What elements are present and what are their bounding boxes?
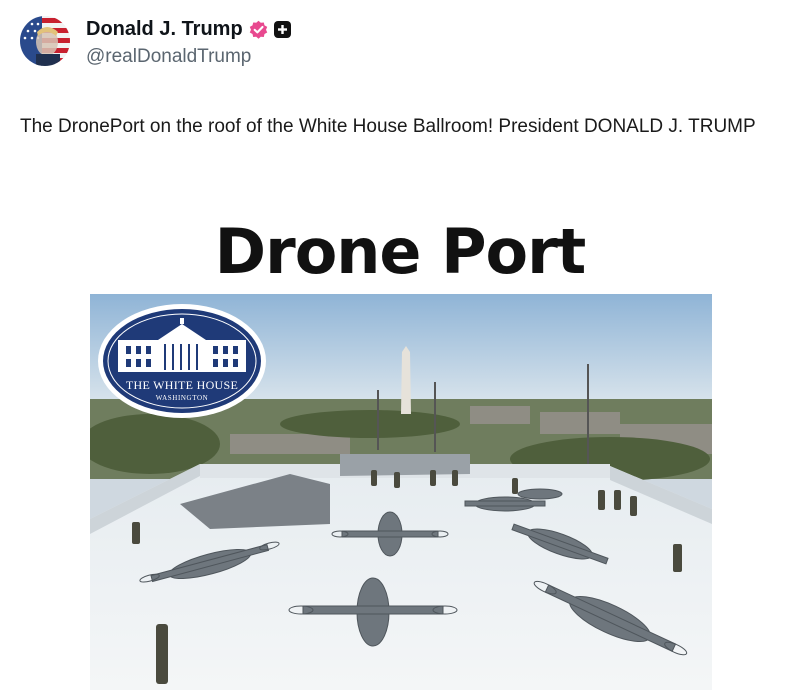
plus-badge-icon [273,20,291,38]
flag-portrait-avatar-icon [20,16,70,66]
white-house-seal: THE WHITE HOUSE WASHINGTON [96,302,268,420]
seal-subtitle: WASHINGTON [155,394,209,402]
author-avatar[interactable] [20,16,70,66]
name-row: Donald J. Trump [86,16,291,42]
image-headline: Drone Port [214,215,587,288]
seal-title: THE WHITE HOUSE [125,378,239,392]
author-display-name[interactable]: Donald J. Trump [86,18,243,41]
author-info: Donald J. Trump @realDonaldTrump [86,16,291,68]
post-header: Donald J. Trump @realDonaldTrump [20,16,291,68]
author-handle[interactable]: @realDonaldTrump [86,46,291,68]
post-text: The DronePort on the roof of the White H… [20,116,756,137]
verified-badge-icon [249,20,268,39]
white-house-building-icon [98,304,266,418]
